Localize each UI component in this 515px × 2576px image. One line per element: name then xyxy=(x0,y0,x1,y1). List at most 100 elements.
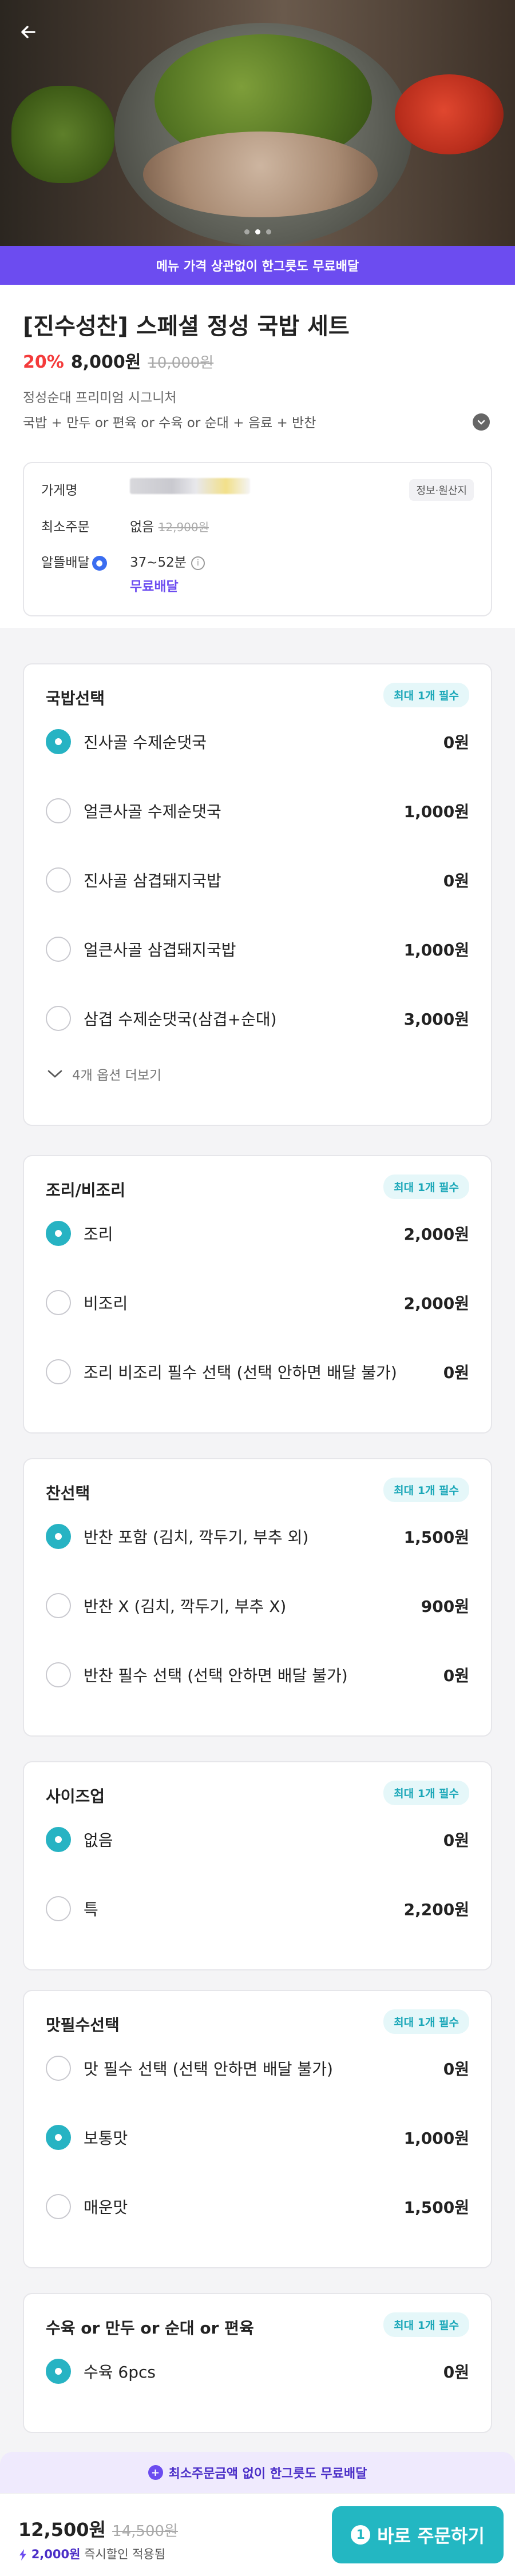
total-original: 14,500원 xyxy=(112,2523,178,2540)
total-amount: 12,500원 xyxy=(18,2519,106,2541)
min-order-label: 최소주문 xyxy=(41,520,90,535)
option-name: 반찬 포함 (김치, 깍두기, 부추 외) xyxy=(84,1528,309,1547)
option-row[interactable]: 얼큰사골 삼겹돼지국밥 1,000원 xyxy=(46,932,469,966)
radio-unselected[interactable] xyxy=(46,867,71,893)
option-price: 1,500원 xyxy=(403,2198,469,2217)
option-name: 진사골 삼겹돼지국밥 xyxy=(84,871,221,890)
back-button[interactable] xyxy=(13,16,45,48)
lightning-icon xyxy=(19,2549,26,2561)
product-description: 정성순대 프리미엄 시그니처 xyxy=(23,391,177,405)
radio-unselected[interactable] xyxy=(46,798,71,823)
option-price: 0원 xyxy=(443,1363,469,1382)
option-row[interactable]: 삼겹 수제순댓국(삼겹+순대) 3,000원 xyxy=(46,1001,469,1036)
option-group: 사이즈업 최대 1개 필수 없음 0원 특 2,200원 xyxy=(23,1761,492,1970)
radio-selected[interactable] xyxy=(46,1827,71,1852)
radio-unselected[interactable] xyxy=(46,1359,71,1384)
store-info-button[interactable]: 정보·원산지 xyxy=(409,479,474,501)
discount-rate: 20% xyxy=(23,352,64,372)
hero-meat xyxy=(143,132,378,217)
option-row[interactable]: 진사골 수제순댓국 0원 xyxy=(46,724,469,759)
chevron-down-icon xyxy=(47,1070,62,1078)
option-row[interactable]: 맛 필수 선택 (선택 안하면 배달 불가) 0원 xyxy=(46,2051,469,2085)
option-row[interactable]: 보통맛 1,000원 xyxy=(46,2120,469,2155)
carousel-dot[interactable] xyxy=(266,229,271,234)
option-group-title: 찬선택 xyxy=(46,1484,90,1503)
option-row[interactable]: 특 2,200원 xyxy=(46,1892,469,1926)
option-row[interactable]: 반찬 포함 (김치, 깍두기, 부추 외) 1,500원 xyxy=(46,1519,469,1554)
option-row[interactable]: 수육 6pcs 0원 xyxy=(46,2354,469,2388)
delivery-time-value: 37~52분 xyxy=(130,555,187,570)
option-group-title: 국밥선택 xyxy=(46,689,105,708)
more-options-button[interactable]: 4개 옵션 더보기 xyxy=(47,1064,161,1084)
promo-text: 최소주문금액 없이 한그릇도 무료배달 xyxy=(168,2467,367,2481)
option-group: 조리/비조리 최대 1개 필수 조리 2,000원 비조리 2,000원 조리 비조리 필수… xyxy=(23,1155,492,1434)
option-row[interactable]: 반찬 X (김치, 깍두기, 부추 X) 900원 xyxy=(46,1588,469,1623)
option-group-title: 수육 or 만두 or 순대 or 편육 xyxy=(46,2319,254,2338)
store-info-card: 가게명 정보·원산지 최소주문 없음 12,900원 알뜰배달 ● 37~52분 i… xyxy=(23,462,492,616)
option-row[interactable]: 진사골 삼겹돼지국밥 0원 xyxy=(46,863,469,897)
radio-selected[interactable] xyxy=(46,729,71,754)
option-name: 얼큰사골 삼겹돼지국밥 xyxy=(84,941,236,959)
radio-selected[interactable] xyxy=(46,2359,71,2384)
delivery-type: 알뜰배달 xyxy=(41,555,90,570)
option-group: 찬선택 최대 1개 필수 반찬 포함 (김치, 깍두기, 부추 외) 1,500원 반찬… xyxy=(23,1458,492,1737)
info-icon[interactable]: i xyxy=(191,556,205,570)
option-price: 900원 xyxy=(421,1597,469,1616)
more-options-label: 4개 옵션 더보기 xyxy=(72,1068,162,1083)
order-now-button[interactable]: 1 바로 주문하기 xyxy=(332,2506,504,2563)
carousel-dots[interactable] xyxy=(0,229,515,234)
arrow-left-icon xyxy=(21,26,35,38)
option-price: 0원 xyxy=(443,733,469,752)
product-components: 국밥 + 만두 or 편육 or 수육 or 순대 + 음료 + 반찬 xyxy=(23,416,316,431)
option-name: 특 xyxy=(84,1900,98,1919)
option-row[interactable]: 조리 비조리 필수 선택 (선택 안하면 배달 불가) 0원 xyxy=(46,1355,469,1389)
radio-unselected[interactable] xyxy=(46,1593,71,1618)
plus-circle-icon: + xyxy=(148,2465,163,2480)
radio-unselected[interactable] xyxy=(46,1662,71,1687)
option-row[interactable]: 반찬 필수 선택 (선택 안하면 배달 불가) 0원 xyxy=(46,1658,469,1692)
product-price-row: 20% 8,000원 10,000원 xyxy=(23,348,213,373)
option-name: 수육 6pcs xyxy=(84,2363,156,2382)
required-badge: 최대 1개 필수 xyxy=(383,2009,469,2034)
option-name: 없음 xyxy=(84,1831,113,1850)
option-price: 2,000원 xyxy=(403,1294,469,1313)
delivery-badge-icon: ● xyxy=(92,555,107,571)
radio-unselected[interactable] xyxy=(46,937,71,962)
radio-selected[interactable] xyxy=(46,2125,71,2150)
radio-unselected[interactable] xyxy=(46,1290,71,1315)
original-price: 10,000원 xyxy=(148,355,214,372)
option-name: 얼큰사골 수제순댓국 xyxy=(84,802,221,821)
radio-unselected[interactable] xyxy=(46,1006,71,1031)
radio-unselected[interactable] xyxy=(46,2194,71,2219)
chevron-down-icon xyxy=(477,420,485,425)
required-badge: 최대 1개 필수 xyxy=(383,1478,469,1502)
option-price: 2,200원 xyxy=(403,1900,469,1919)
required-badge: 최대 1개 필수 xyxy=(383,1781,469,1805)
option-row[interactable]: 조리 2,000원 xyxy=(46,1216,469,1251)
option-row[interactable]: 매운맛 1,500원 xyxy=(46,2189,469,2224)
carousel-dot-active[interactable] xyxy=(255,229,260,234)
radio-unselected[interactable] xyxy=(46,1896,71,1921)
option-row[interactable]: 없음 0원 xyxy=(46,1822,469,1857)
radio-unselected[interactable] xyxy=(46,2056,71,2081)
option-row[interactable]: 비조리 2,000원 xyxy=(46,1285,469,1320)
option-price: 0원 xyxy=(443,1666,469,1685)
product-title: [진수성찬] 스페셜 정성 국밥 세트 xyxy=(23,313,350,340)
order-now-label: 바로 주문하기 xyxy=(377,2525,485,2547)
radio-selected[interactable] xyxy=(46,1524,71,1549)
option-name: 조리 xyxy=(84,1225,113,1244)
hero-kimchi xyxy=(395,74,504,154)
option-name: 조리 비조리 필수 선택 (선택 안하면 배달 불가) xyxy=(84,1363,397,1382)
order-bar: 12,500원 14,500원 2,000원 즉시할인 적용됨 1 바로 주문하… xyxy=(0,2493,515,2576)
option-row[interactable]: 얼큰사골 수제순댓국 1,000원 xyxy=(46,794,469,828)
option-name: 삼겹 수제순댓국(삼겹+순대) xyxy=(84,1010,277,1029)
option-price: 0원 xyxy=(443,1831,469,1850)
carousel-dot[interactable] xyxy=(244,229,249,234)
instant-discount: 2,000원 즉시할인 적용됨 xyxy=(18,2545,165,2562)
radio-selected[interactable] xyxy=(46,1221,71,1246)
total-price: 12,500원 14,500원 xyxy=(18,2515,178,2542)
option-name: 매운맛 xyxy=(84,2198,128,2217)
expand-description-button[interactable] xyxy=(473,413,490,431)
delivery-time: 37~52분 i xyxy=(130,551,205,571)
option-group: 국밥선택 최대 1개 필수 진사골 수제순댓국 0원 얼큰사골 수제순댓국 1,000원 진… xyxy=(23,663,492,1126)
